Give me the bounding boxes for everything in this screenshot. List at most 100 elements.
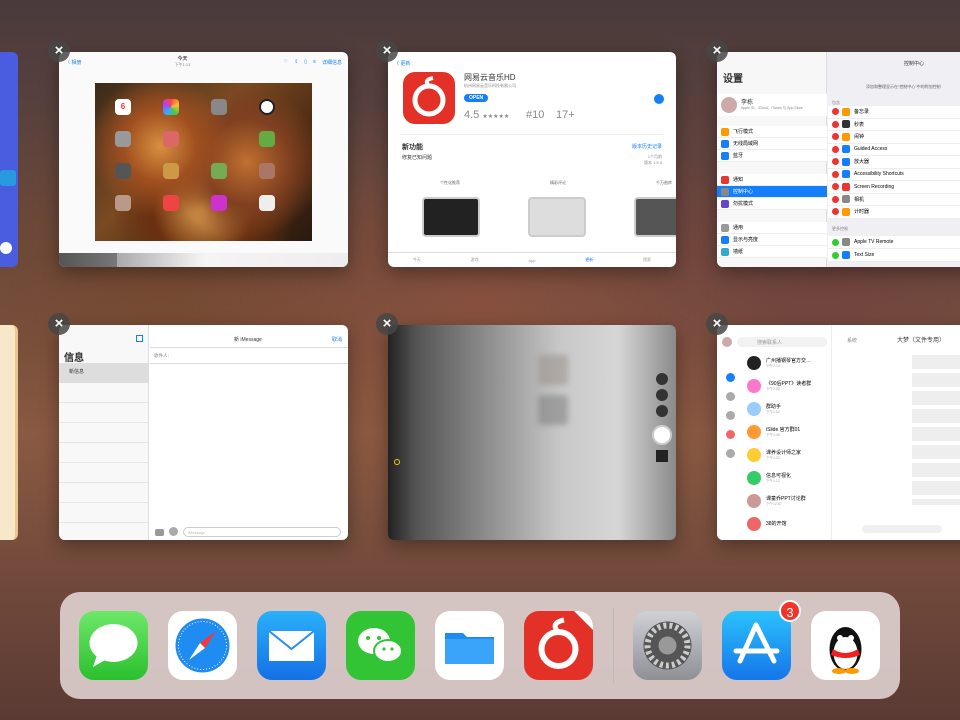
partial-card-left-bottom[interactable]	[0, 325, 18, 540]
camera-icon[interactable]	[155, 529, 164, 536]
qq-back-button[interactable]: 系统	[847, 337, 857, 344]
settings-row-notifications[interactable]: 通知	[717, 174, 827, 186]
qq-chat-item[interactable]: 课养设计师之家 下午1:33	[717, 443, 832, 466]
app-card-photos[interactable]: 〈 相册 今天 下午1:13 ♡ ⇪ ▯ ≡ 详细信息 6	[59, 52, 348, 267]
more-icon[interactable]	[654, 94, 664, 104]
app-card-settings[interactable]: 设置 李栋 Apple ID、iCloud、iTunes 与 App Store…	[717, 52, 960, 267]
qq-chat-item[interactable]: 广州播钢琴官方交… 下午2:14	[717, 351, 832, 374]
edit-icon[interactable]: ≡	[313, 59, 316, 66]
shutter-button[interactable]	[652, 425, 672, 445]
qq-chat-item[interactable]: 课童乔PPT讨论群 下午12:57	[717, 489, 832, 512]
qq-app-icon[interactable]	[811, 611, 880, 680]
share-icon[interactable]: ⇪	[294, 59, 298, 66]
cc-included-row[interactable]: 闹钟	[828, 131, 960, 144]
photos-details-button[interactable]: 详细信息	[322, 59, 342, 66]
settings-row-wallpaper[interactable]: 墙纸	[717, 246, 827, 258]
chat-input[interactable]	[862, 525, 942, 533]
close-messages-button[interactable]: ×	[48, 313, 70, 335]
app-card-appstore[interactable]: 〈 更新 网易云音乐HD 杭州网易云音乐科技有限公司 OPEN 4.5 ★★★★…	[388, 52, 676, 267]
cc-included-row[interactable]: 计时器	[828, 206, 960, 219]
cc-more-row[interactable]: Text Size	[828, 249, 960, 262]
appstore-small-icon[interactable]	[169, 527, 178, 536]
wallpaper-icon	[721, 247, 729, 256]
remove-icon[interactable]	[832, 208, 839, 216]
screenshot-1[interactable]	[422, 197, 480, 237]
message-input[interactable]: iMessage	[183, 527, 341, 537]
remove-icon[interactable]	[832, 183, 839, 191]
settings-row-dnd[interactable]: 勿扰模式	[717, 198, 827, 210]
app-card-camera[interactable]	[388, 325, 676, 540]
wechat-app-icon[interactable]	[346, 611, 415, 680]
safari-app-icon[interactable]	[168, 611, 237, 680]
qq-chat-item[interactable]: 群助手 下午1:52	[717, 397, 832, 420]
settings-app-icon[interactable]	[633, 611, 702, 680]
app-card-messages[interactable]: 信息 新信息 新 iMessage 取消 收件人： iMessage	[59, 325, 348, 540]
tab-games[interactable]: 游戏	[471, 257, 479, 263]
messages-app-icon[interactable]	[79, 611, 148, 680]
remove-icon[interactable]	[832, 145, 839, 153]
screenshot-3[interactable]	[634, 197, 676, 237]
cc-included-row[interactable]: Accessibility Shortcuts	[828, 169, 960, 181]
last-photo-thumbnail[interactable]	[656, 450, 668, 462]
qq-chat-item[interactable]: 38的开馆	[717, 512, 832, 535]
cc-included-row[interactable]: 秒表	[828, 119, 960, 131]
mail-app-icon[interactable]	[257, 611, 326, 680]
settings-row-wifi[interactable]: 无线局域网	[717, 138, 827, 150]
partial-card-left-top[interactable]	[0, 52, 18, 267]
hdr-icon[interactable]	[656, 373, 668, 385]
tab-search[interactable]: 搜索	[643, 257, 651, 263]
version-history-link[interactable]: 版本历史记录	[632, 143, 662, 150]
close-appstore-button[interactable]: ×	[376, 40, 398, 62]
cc-included-row[interactable]: 备忘录	[828, 106, 960, 119]
timer-icon[interactable]	[656, 405, 668, 417]
qq-chat-item[interactable]: 《90后PPT》读者群 下午2:05	[717, 374, 832, 397]
close-camera-button[interactable]: ×	[376, 313, 398, 335]
remove-icon[interactable]	[832, 133, 839, 141]
tab-updates[interactable]: 更新	[585, 257, 593, 263]
new-message-item[interactable]: 新信息	[59, 363, 149, 383]
netease-music-app-icon[interactable]	[524, 611, 593, 680]
app-small-icon	[211, 163, 227, 179]
cancel-button[interactable]: 取消	[332, 336, 342, 343]
photo-thumbnail-strip[interactable]	[59, 253, 348, 267]
settings-row-display[interactable]: 显示与亮度	[717, 234, 827, 246]
to-field[interactable]	[173, 352, 343, 360]
live-photo-icon[interactable]	[656, 389, 668, 401]
compose-icon[interactable]	[136, 335, 143, 342]
tab-today[interactable]: 今天	[413, 257, 421, 263]
cc-more-row[interactable]: Apple TV Remote	[828, 236, 960, 249]
tab-apps[interactable]: App	[528, 258, 535, 263]
remove-icon[interactable]	[832, 195, 839, 203]
trash-icon[interactable]: ▯	[304, 59, 307, 66]
settings-row-bluetooth[interactable]: 蓝牙	[717, 150, 827, 162]
add-icon[interactable]	[832, 238, 839, 246]
cc-included-row[interactable]: 放大器	[828, 156, 960, 169]
screenshot-2[interactable]	[528, 197, 586, 237]
qq-chat-item[interactable]: 信息可视化 下午1:12	[717, 466, 832, 489]
appstore-app-icon[interactable]	[722, 611, 791, 680]
remove-icon[interactable]	[832, 158, 839, 166]
qq-chat-item[interactable]: iSlide 官方群01 下午1:48	[717, 420, 832, 443]
add-icon[interactable]	[832, 251, 839, 259]
avatar[interactable]	[722, 337, 732, 347]
settings-row-control-center[interactable]: 控制中心	[717, 186, 827, 198]
appstore-back-button[interactable]: 〈 更新	[394, 60, 410, 67]
remove-icon[interactable]	[832, 120, 839, 128]
qq-search-input[interactable]: 搜索联系人	[737, 337, 827, 347]
cc-included-row[interactable]: Screen Recording	[828, 181, 960, 194]
remove-icon[interactable]	[832, 108, 839, 116]
settings-row-general[interactable]: 通用	[717, 222, 827, 234]
app-card-qq[interactable]: 搜索联系人 广州播钢琴官方交… 下午2:14 《90后PPT》读者群 下午2:05 群助…	[717, 325, 960, 540]
heart-icon[interactable]: ♡	[284, 59, 288, 66]
settings-row-airplane[interactable]: 飞行模式	[717, 126, 827, 138]
close-settings-button[interactable]: ×	[706, 40, 728, 62]
user-row[interactable]: 李栋 Apple ID、iCloud、iTunes 与 App Store	[717, 94, 827, 116]
close-photos-button[interactable]: ×	[48, 40, 70, 62]
close-qq-button[interactable]: ×	[706, 313, 728, 335]
remove-icon[interactable]	[832, 170, 839, 178]
photos-back-button[interactable]: 〈 相册	[65, 59, 81, 66]
cc-included-row[interactable]: 相机	[828, 194, 960, 206]
cc-included-row[interactable]: Guided Access	[828, 144, 960, 156]
open-button[interactable]: OPEN	[464, 94, 489, 102]
files-app-icon[interactable]	[435, 611, 504, 680]
